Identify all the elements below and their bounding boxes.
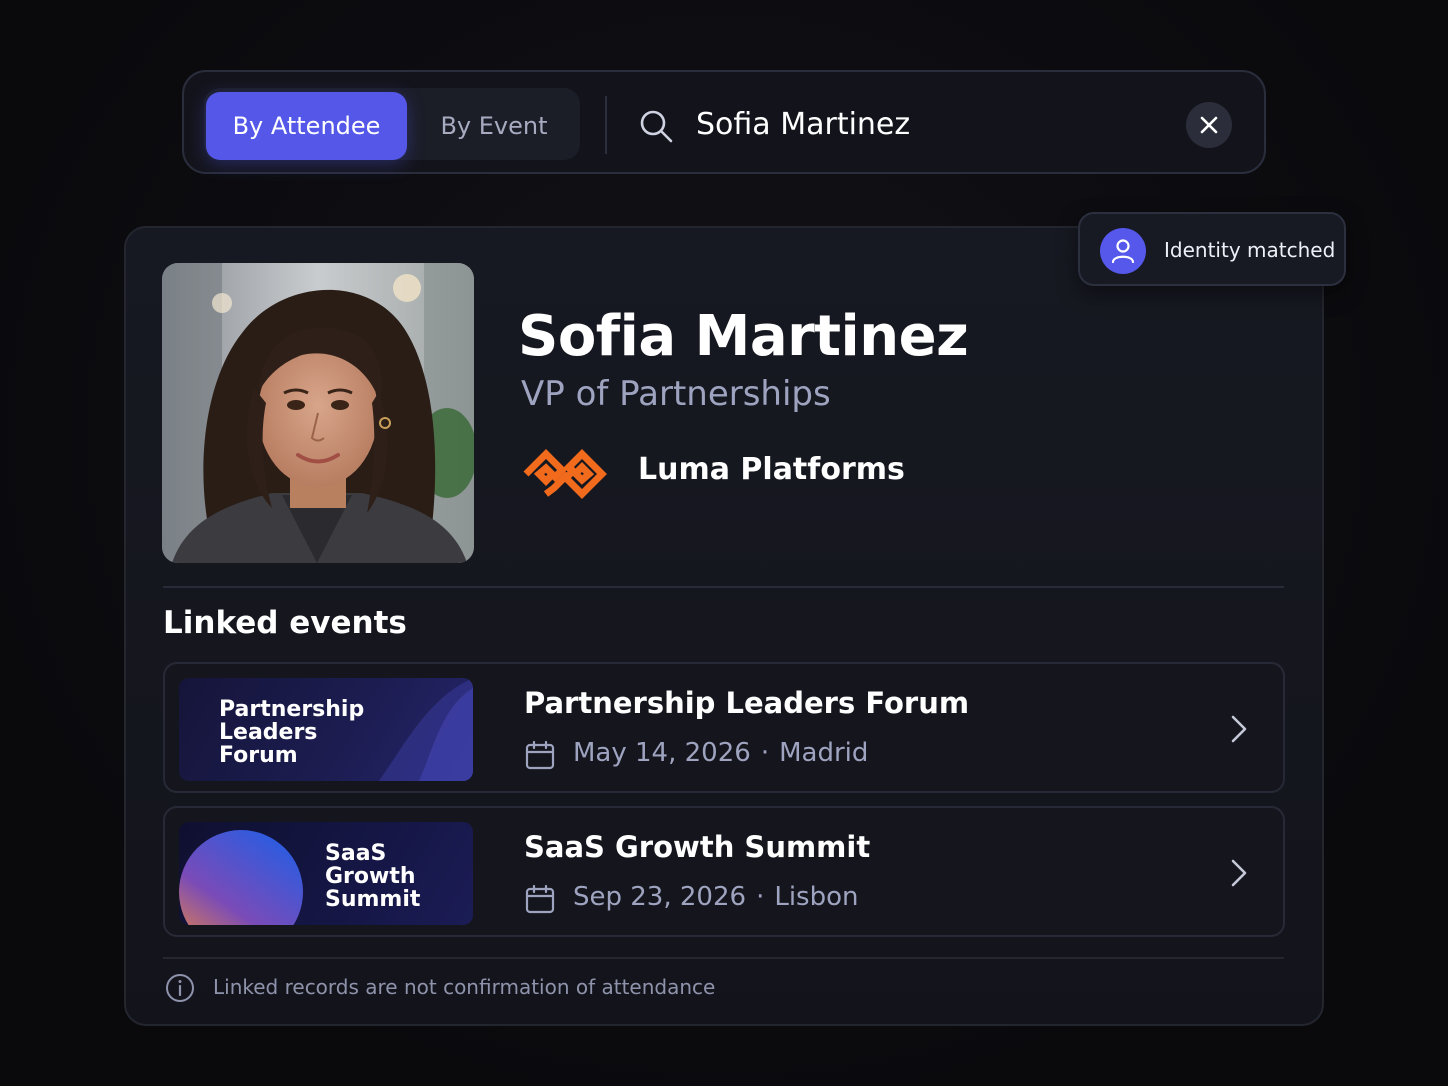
event-title: Partnership Leaders Forum [524,686,970,720]
search-mode-toggle: By Attendee By Event [204,88,580,160]
separator: · [756,882,765,912]
event-location: Lisbon [774,882,859,912]
event-thumbnail-label: Partnership Leaders Forum [219,697,365,768]
event-row-saas-growth-summit[interactable]: SaaS Growth Summit SaaS Growth Summit Se… [163,806,1285,937]
attendee-name: Sofia Martinez [518,304,969,369]
event-thumbnail: SaaS Growth Summit [179,822,473,925]
event-thumbnail: Partnership Leaders Forum [179,678,473,781]
attendance-disclaimer: Linked records are not confirmation of a… [213,975,716,999]
tab-by-attendee[interactable]: By Attendee [206,92,407,160]
chevron-right-icon [1231,859,1247,887]
search-icon [640,110,673,143]
search-bar: By Attendee By Event [182,70,1266,174]
company-name: Luma Platforms [638,452,905,487]
identity-matched-badge: Identity matched [1078,212,1346,286]
event-date: May 14, 2026 [573,738,751,768]
divider [163,957,1284,959]
badge-label: Identity matched [1164,238,1336,262]
divider [605,96,607,154]
user-icon [1111,239,1135,264]
chevron-right-icon [1231,715,1247,743]
info-icon [166,974,194,1002]
tab-by-event[interactable]: By Event [414,92,574,160]
event-meta: May 14, 2026 · Madrid [573,738,868,768]
event-title: SaaS Growth Summit [524,830,871,864]
event-location: Madrid [779,738,869,768]
divider [163,586,1284,588]
event-row-partnership-leaders-forum[interactable]: Partnership Leaders Forum Partnership Le… [163,662,1285,793]
close-icon [1200,116,1218,134]
calendar-icon [525,740,555,770]
company-logo-icon [523,449,607,499]
attendee-title: VP of Partnerships [521,374,831,414]
event-date: Sep 23, 2026 [573,882,747,912]
event-meta: Sep 23, 2026 · Lisbon [573,882,858,912]
avatar [1100,228,1146,274]
calendar-icon [525,884,555,914]
linked-events-heading: Linked events [163,605,407,641]
clear-search-button[interactable] [1186,102,1232,148]
separator: · [760,738,770,768]
search-input[interactable] [696,98,1156,150]
event-thumbnail-label: SaaS Growth Summit [325,841,421,912]
profile-photo [162,263,474,563]
